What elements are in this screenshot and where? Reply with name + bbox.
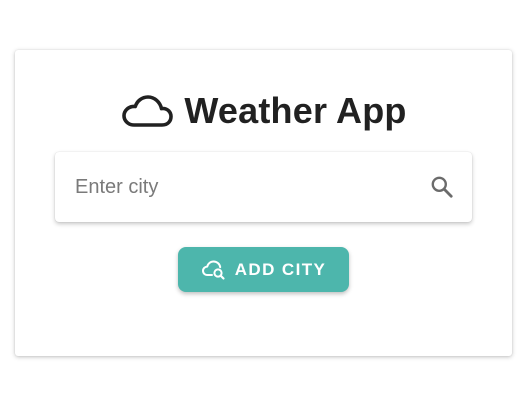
search-icon[interactable]: [428, 173, 456, 201]
app-header: Weather App: [15, 88, 512, 134]
add-city-button[interactable]: ADD CITY: [178, 247, 349, 292]
city-search-input[interactable]: [55, 152, 428, 222]
cloud-icon: [120, 93, 174, 129]
weather-card: Weather App ADD CITY: [15, 50, 512, 356]
search-box: [55, 152, 472, 222]
add-city-button-label: ADD CITY: [234, 259, 327, 279]
app-title: Weather App: [184, 90, 407, 131]
cloud-search-icon: [201, 257, 227, 283]
